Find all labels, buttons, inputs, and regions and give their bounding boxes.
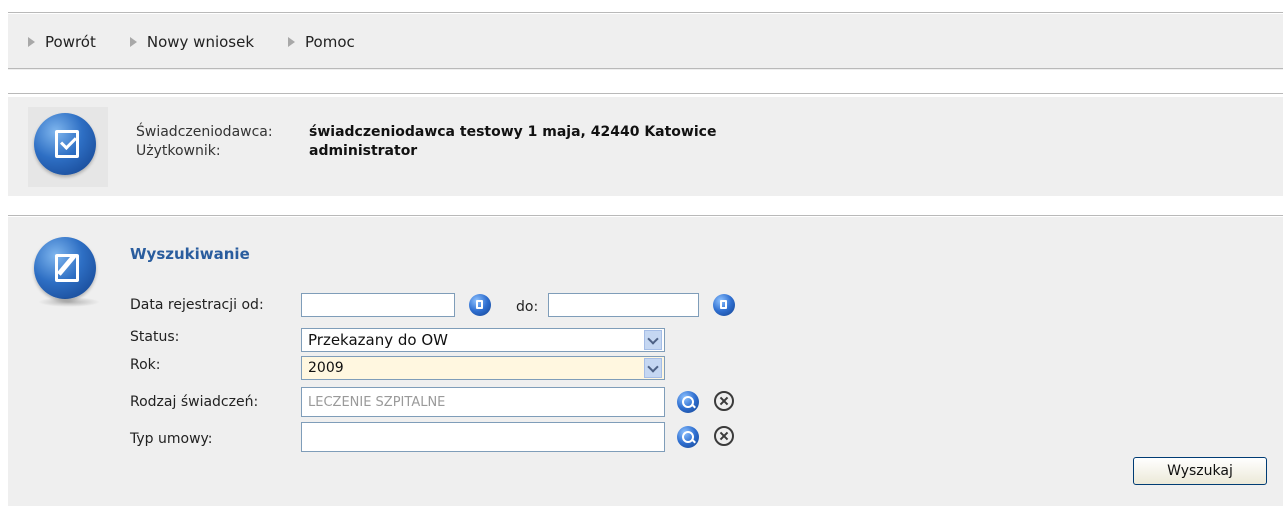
search-submit-button[interactable]: Wyszukaj [1133, 457, 1267, 485]
chevron-down-icon[interactable] [644, 330, 662, 350]
search-icon[interactable] [677, 391, 699, 413]
status-label: Status: [130, 329, 180, 345]
nav-new-request-link[interactable]: Nowy wniosek [129, 33, 255, 51]
year-selected-value: 2009 [308, 360, 344, 376]
top-divider [8, 12, 1283, 13]
nav-new-request-label: Nowy wniosek [146, 33, 255, 51]
status-select[interactable]: Przekazany do OW [301, 328, 665, 352]
search-panel-top-divider [8, 215, 1283, 216]
nav-back-link[interactable]: Powrót [28, 33, 96, 51]
benefit-type-field [301, 387, 665, 417]
calendar-icon[interactable] [713, 294, 735, 316]
search-icon[interactable] [677, 426, 699, 448]
calendar-icon[interactable] [469, 294, 491, 316]
search-title: Wyszukiwanie [130, 245, 250, 263]
nav-back-label: Powrót [45, 33, 96, 51]
triangle-right-icon [129, 37, 137, 47]
triangle-right-icon [288, 37, 296, 47]
year-label: Rok: [130, 357, 161, 373]
date-to-input[interactable] [548, 293, 699, 317]
provider-row: Świadczeniodawca: świadczeniodawca testo… [136, 124, 716, 140]
provider-value: świadczeniodawca testowy 1 maja, 42440 K… [309, 124, 717, 140]
date-from-input[interactable] [301, 293, 455, 317]
document-edit-icon [28, 231, 108, 311]
search-panel: Wyszukiwanie Data rejestracji od: do: St… [8, 217, 1283, 506]
clear-icon[interactable] [714, 391, 734, 411]
status-selected-value: Przekazany do OW [308, 331, 448, 349]
top-navigation: Powrót Nowy wniosek Pomoc [8, 14, 1283, 70]
provider-label: Świadczeniodawca: [136, 124, 273, 140]
year-select[interactable]: 2009 [301, 356, 665, 380]
date-to-label: do: [516, 299, 539, 315]
nav-divider [8, 68, 1283, 69]
date-from-label: Data rejestracji od: [130, 297, 264, 313]
contract-type-field [301, 422, 665, 452]
clear-icon[interactable] [714, 426, 734, 446]
triangle-right-icon [28, 37, 35, 47]
nav-help-link[interactable]: Pomoc [288, 33, 355, 51]
nav-help-label: Pomoc [305, 33, 355, 51]
chevron-down-icon[interactable] [644, 358, 662, 378]
user-panel-top-divider [8, 93, 1283, 94]
user-label: Użytkownik: [136, 143, 221, 159]
benefit-type-label: Rodzaj świadczeń: [130, 394, 259, 410]
user-value: administrator [309, 143, 418, 159]
user-info-panel: Świadczeniodawca: świadczeniodawca testo… [8, 97, 1283, 196]
document-check-icon [28, 107, 108, 187]
user-row: Użytkownik: administrator [136, 143, 417, 159]
contract-type-label: Typ umowy: [130, 431, 213, 447]
